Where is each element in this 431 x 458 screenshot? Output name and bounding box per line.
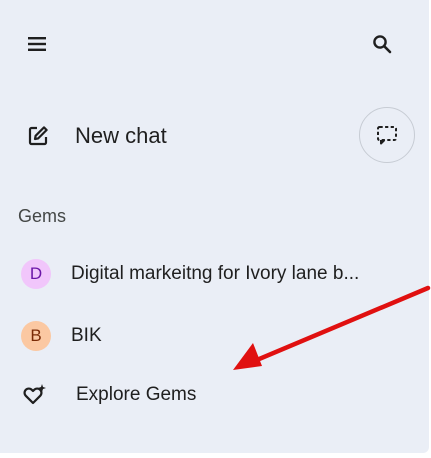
hamburger-menu-icon: [28, 37, 46, 51]
side-panel: New chat Gems D Digital markeitng for Iv…: [0, 0, 429, 453]
gem-avatar: B: [21, 321, 51, 351]
heart-sparkle-icon: [21, 381, 49, 409]
search-icon: [373, 35, 392, 54]
gem-item-label: BIK: [71, 325, 102, 346]
new-chat-label: New chat: [75, 123, 167, 148]
menu-button[interactable]: [17, 24, 57, 64]
dashed-chat-bubble-icon: [377, 126, 397, 145]
app-frame: New chat Gems D Digital markeitng for Iv…: [0, 0, 431, 458]
edit-square-icon: [25, 123, 51, 149]
new-chat-button[interactable]: New chat: [14, 112, 334, 160]
gem-avatar: D: [21, 259, 51, 289]
gems-section-title: Gems: [18, 206, 67, 226]
search-button[interactable]: [362, 24, 402, 64]
explore-gems-label: Explore Gems: [76, 384, 197, 405]
temporary-chat-button[interactable]: [359, 107, 415, 163]
gem-item-bik[interactable]: B BIK: [14, 314, 414, 358]
explore-gems-button[interactable]: Explore Gems: [14, 373, 264, 417]
gem-item-digital-marketing[interactable]: D Digital markeitng for Ivory lane b...: [14, 252, 414, 296]
gem-item-label: Digital markeitng for Ivory lane b...: [71, 263, 360, 284]
